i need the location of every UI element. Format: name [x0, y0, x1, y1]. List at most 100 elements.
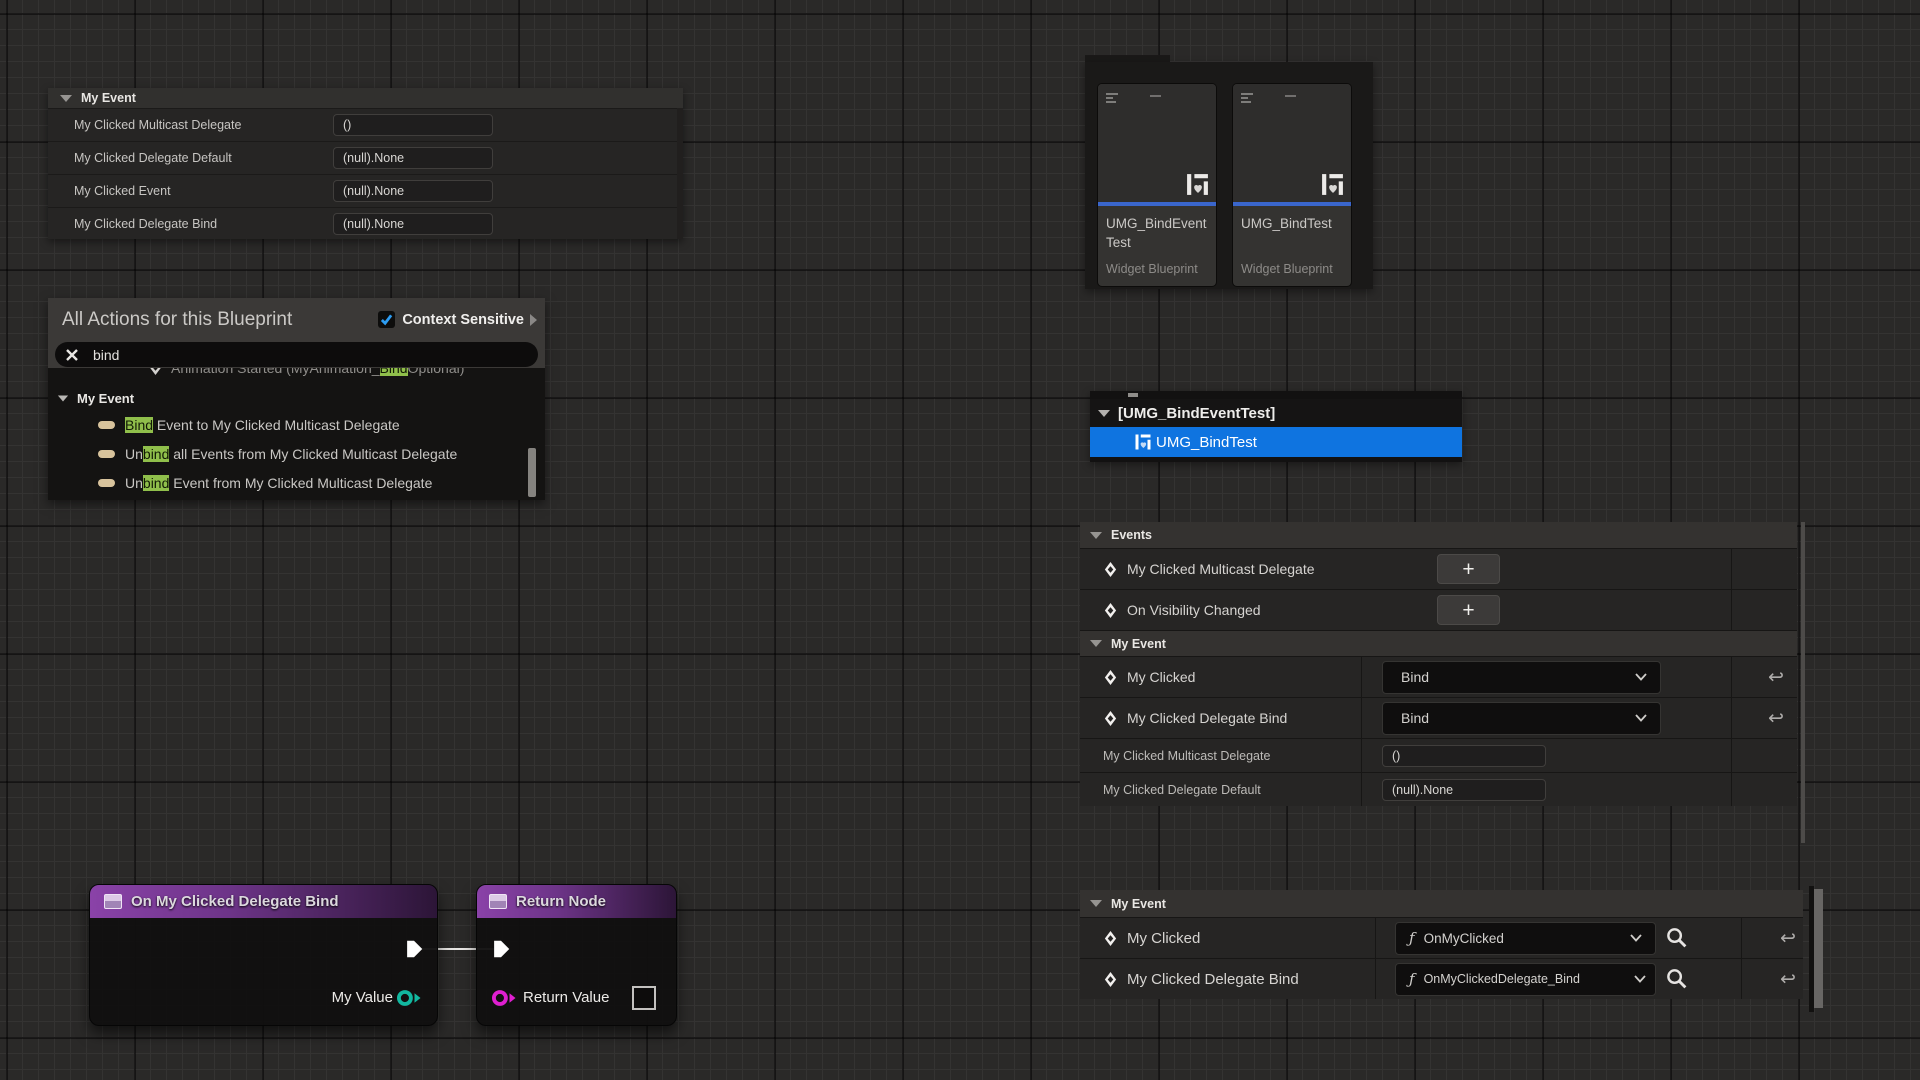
actions-popup-header: All Actions for this Blueprint Context S…	[48, 298, 545, 341]
value-row-my-clicked-delegate-default: My Clicked Delegate Default (null).None	[1080, 772, 1797, 806]
column-divider	[1375, 959, 1376, 999]
details-section-header[interactable]: My Event	[48, 88, 683, 108]
my-event-section-header[interactable]: My Event	[1080, 890, 1803, 917]
node-title: On My Clicked Delegate Bind	[131, 893, 339, 910]
asset-name: UMG_BindTest	[1241, 214, 1343, 233]
bound-function-dropdown[interactable]: ƒ OnMyClickedDelegate_Bind	[1395, 963, 1656, 996]
dropdown-value: OnMyClickedDelegate_Bind	[1424, 972, 1580, 986]
asset-tile-umg-bindeventtest[interactable]: UMG_BindEventTest Widget Blueprint	[1097, 83, 1217, 287]
my-value-pin[interactable]	[395, 989, 422, 1007]
actions-search-strip: bind	[48, 341, 545, 368]
node-header[interactable]: On My Clicked Delegate Bind	[90, 885, 437, 918]
node-return-node[interactable]: Return Node Return Value	[476, 884, 677, 1026]
event-label: On Visibility Changed	[1127, 602, 1261, 618]
events-section-header[interactable]: Events	[1080, 522, 1797, 548]
context-sensitive-checkbox[interactable]	[378, 311, 395, 328]
bind-dropdown[interactable]: Bind	[1382, 661, 1661, 694]
action-item-unbind-event[interactable]: Unbind Event from My Clicked Multicast D…	[48, 468, 545, 497]
details-scrollbar[interactable]	[677, 108, 683, 239]
property-value-field[interactable]: (null).None	[333, 147, 493, 169]
node-on-my-clicked-delegate-bind[interactable]: On My Clicked Delegate Bind My Value	[89, 884, 438, 1026]
bound-function-dropdown[interactable]: ƒ OnMyClicked	[1395, 922, 1656, 955]
thumbnail-node-mark	[1285, 95, 1296, 97]
clear-search-icon[interactable]	[65, 348, 79, 362]
reset-to-default-icon[interactable]: ↩	[1780, 927, 1796, 949]
column-divider	[1741, 959, 1742, 999]
reset-to-default-icon[interactable]: ↩	[1780, 968, 1796, 990]
browse-to-function-icon[interactable]	[1665, 967, 1689, 991]
actions-category-my-event[interactable]: My Event	[48, 386, 545, 410]
event-label: My Clicked Multicast Delegate	[1127, 561, 1315, 577]
asset-type: Widget Blueprint	[1106, 262, 1208, 280]
column-divider	[1731, 590, 1732, 630]
action-item-unbind-all[interactable]: Unbind all Events from My Clicked Multic…	[48, 439, 545, 468]
property-label: My Clicked Delegate Default	[48, 151, 333, 165]
hierarchy-root-row[interactable]: [UMG_BindEventTest]	[1090, 399, 1462, 427]
my-event-section-header[interactable]: My Event	[1080, 630, 1797, 656]
asset-thumbnail	[1233, 84, 1351, 202]
property-row: My Clicked Event (null).None	[48, 174, 683, 207]
hierarchy-clipped-row	[1090, 391, 1462, 399]
actions-scrollbar[interactable]	[528, 448, 536, 497]
event-diamond-icon	[1103, 669, 1118, 686]
property-value-field[interactable]: (null).None	[1382, 779, 1546, 801]
column-divider	[1361, 739, 1362, 772]
add-event-button[interactable]: +	[1437, 554, 1500, 584]
column-divider	[1361, 773, 1362, 806]
section-title: My Event	[1111, 637, 1166, 651]
expander-arrow-icon[interactable]	[530, 314, 537, 326]
widget-blueprint-icon	[1320, 172, 1345, 197]
property-value-field[interactable]: ()	[1382, 745, 1546, 767]
collapse-triangle-icon	[60, 95, 72, 102]
property-value-field[interactable]: ()	[333, 114, 493, 136]
action-item-clipped[interactable]: Animation Started (MyAnimation_BindOptio…	[48, 368, 545, 386]
chevron-down-icon	[1634, 713, 1648, 723]
column-divider	[1375, 918, 1376, 958]
function-row-my-clicked: My Clicked ƒ OnMyClicked ↩	[1080, 917, 1803, 958]
thumbnail-node-marks	[1106, 93, 1118, 105]
reset-to-default-icon[interactable]: ↩	[1768, 666, 1784, 688]
widget-hierarchy-panel: [UMG_BindEventTest] UMG_BindTest	[1090, 391, 1462, 462]
property-label: My Clicked Event	[48, 184, 333, 198]
events-details-panel: Events My Clicked Multicast Delegate + O…	[1080, 522, 1797, 806]
action-item-bind-event[interactable]: Bind Event to My Clicked Multicast Deleg…	[48, 410, 545, 439]
event-label: My Clicked	[1127, 669, 1195, 685]
column-divider	[1731, 773, 1732, 806]
bind-dropdown[interactable]: Bind	[1382, 702, 1661, 735]
context-sensitive-label: Context Sensitive	[402, 312, 524, 328]
node-header[interactable]: Return Node	[477, 885, 676, 918]
event-diamond-icon	[1103, 561, 1118, 578]
blueprint-graph-canvas[interactable]: My Event My Clicked Multicast Delegate (…	[0, 0, 1920, 1080]
browse-to-function-icon[interactable]	[1665, 926, 1689, 950]
asset-caption: UMG_BindEventTest Widget Blueprint	[1098, 206, 1216, 286]
property-label: My Clicked Delegate Bind	[48, 217, 333, 231]
check-icon	[380, 313, 393, 326]
event-row-on-visibility-changed: On Visibility Changed +	[1080, 589, 1797, 630]
return-value-checkbox[interactable]	[632, 986, 656, 1010]
chevron-down-icon	[1633, 974, 1647, 984]
event-node-icon	[104, 894, 122, 909]
event-label: My Clicked	[1127, 930, 1200, 947]
asset-thumbnail	[1098, 84, 1216, 202]
asset-name: UMG_BindEventTest	[1106, 214, 1208, 252]
column-divider	[1731, 739, 1732, 772]
property-value-field[interactable]: (null).None	[333, 213, 493, 235]
hierarchy-selected-row[interactable]: UMG_BindTest	[1090, 427, 1462, 457]
content-browser-panel: UMG_BindEventTest Widget Blueprint UMG_B…	[1085, 62, 1373, 289]
events-panel-scrollbar[interactable]	[1801, 522, 1805, 843]
section-title: My Event	[1111, 897, 1166, 911]
search-input[interactable]: bind	[55, 342, 538, 367]
property-label: My Clicked Delegate Default	[1103, 783, 1261, 797]
exec-input-pin[interactable]	[490, 938, 512, 960]
property-value-field[interactable]: (null).None	[333, 180, 493, 202]
event-diamond-icon	[1103, 930, 1118, 947]
widget-blueprint-icon	[1134, 433, 1152, 451]
exec-output-pin[interactable]	[403, 938, 425, 960]
add-event-button[interactable]: +	[1437, 595, 1500, 625]
thumbnail-node-mark	[1150, 95, 1161, 97]
column-divider	[1731, 698, 1732, 738]
function-panel-scrollbar-thumb[interactable]	[1814, 889, 1823, 1008]
reset-to-default-icon[interactable]: ↩	[1768, 707, 1784, 729]
asset-tile-umg-bindtest[interactable]: UMG_BindTest Widget Blueprint	[1232, 83, 1352, 287]
return-value-pin[interactable]	[490, 989, 517, 1007]
